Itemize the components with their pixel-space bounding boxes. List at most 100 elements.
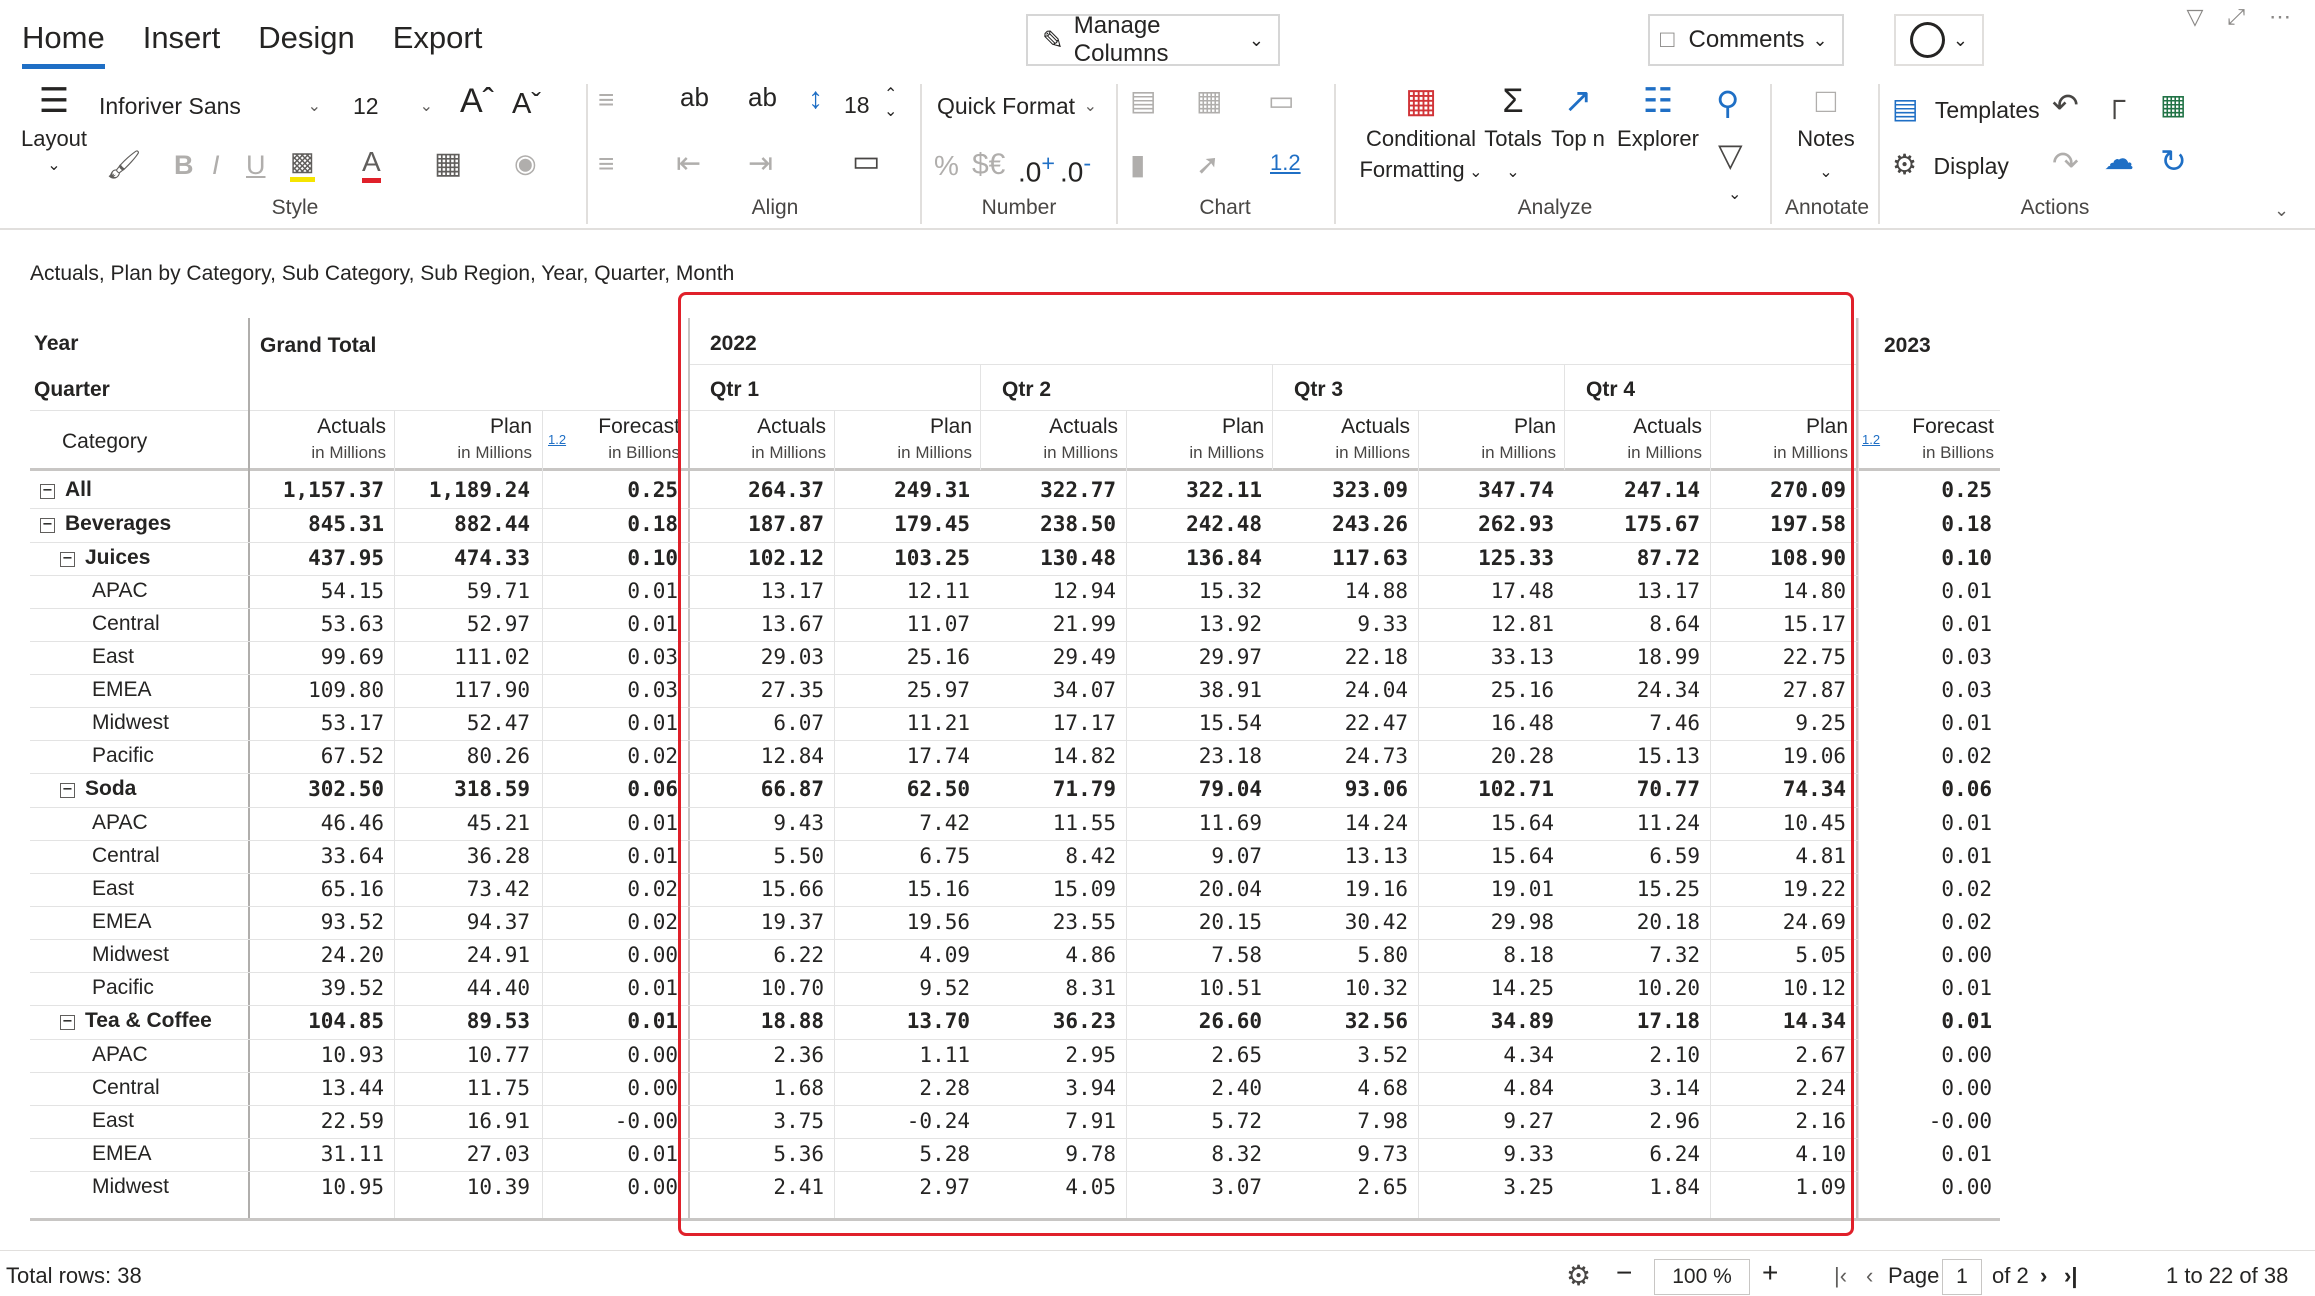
value-cell[interactable]: 7.58 — [1126, 943, 1262, 967]
indent-icon[interactable]: ⇥ — [748, 146, 773, 181]
value-cell[interactable]: 25.16 — [834, 645, 970, 669]
value-cell[interactable]: 20.04 — [1126, 877, 1262, 901]
value-cell[interactable]: 175.67 — [1564, 512, 1700, 536]
measure-header-plan[interactable]: Plan in Millions — [1126, 414, 1264, 466]
value-cell[interactable]: 24.69 — [1710, 910, 1846, 934]
value-cell[interactable]: 0.02 — [1856, 744, 1992, 768]
value-cell[interactable]: 4.81 — [1710, 844, 1846, 868]
value-cell[interactable]: 9.27 — [1418, 1109, 1554, 1133]
value-cell[interactable]: 11.21 — [834, 711, 970, 735]
value-cell[interactable]: 9.25 — [1710, 711, 1846, 735]
zoom-in-button[interactable]: + — [1762, 1257, 1778, 1289]
value-cell[interactable]: 15.54 — [1126, 711, 1262, 735]
value-cell[interactable]: 10.45 — [1710, 811, 1846, 835]
value-cell[interactable]: 32.56 — [1272, 1009, 1408, 1033]
value-cell[interactable]: 8.31 — [980, 976, 1116, 1000]
value-cell[interactable]: 474.33 — [394, 546, 530, 570]
value-cell[interactable]: 3.14 — [1564, 1076, 1700, 1100]
value-cell[interactable]: 4.09 — [834, 943, 970, 967]
value-cell[interactable]: 0.01 — [1856, 811, 1992, 835]
undo-icon[interactable]: ↶ — [2052, 86, 2079, 124]
value-cell[interactable]: 17.17 — [980, 711, 1116, 735]
value-cell[interactable]: 31.11 — [248, 1142, 384, 1166]
value-cell[interactable]: 8.18 — [1418, 943, 1554, 967]
line-chart-icon[interactable]: ➚ — [1196, 148, 1219, 181]
value-cell[interactable]: 125.33 — [1418, 546, 1554, 570]
font-family-select[interactable]: Inforiver Sans ⌄ — [98, 84, 328, 128]
value-cell[interactable]: 0.00 — [542, 1175, 678, 1199]
value-cell[interactable]: 2.24 — [1710, 1076, 1846, 1100]
value-cell[interactable]: 19.56 — [834, 910, 970, 934]
value-cell[interactable]: 14.88 — [1272, 579, 1408, 603]
value-cell[interactable]: 9.43 — [688, 811, 824, 835]
value-cell[interactable]: 4.34 — [1418, 1043, 1554, 1067]
value-cell[interactable]: 80.26 — [394, 744, 530, 768]
value-cell[interactable]: 5.80 — [1272, 943, 1408, 967]
zoom-out-button[interactable]: − — [1616, 1257, 1632, 1289]
value-cell[interactable]: 5.50 — [688, 844, 824, 868]
collapse-ribbon-icon[interactable]: ⌄ — [2274, 200, 2289, 221]
value-cell[interactable]: 3.25 — [1418, 1175, 1554, 1199]
search-icon[interactable]: ⚲ — [1716, 84, 1739, 122]
value-cell[interactable]: 99.69 — [248, 645, 384, 669]
value-cell[interactable]: 24.91 — [394, 943, 530, 967]
value-cell[interactable]: 19.37 — [688, 910, 824, 934]
value-cell[interactable]: 20.28 — [1418, 744, 1554, 768]
value-cell[interactable]: 0.06 — [542, 777, 678, 801]
value-cell[interactable]: 52.97 — [394, 612, 530, 636]
value-cell[interactable]: 71.79 — [980, 777, 1116, 801]
value-cell[interactable]: 62.50 — [834, 777, 970, 801]
value-cell[interactable]: 6.22 — [688, 943, 824, 967]
value-cell[interactable]: 2.65 — [1126, 1043, 1262, 1067]
display-button[interactable]: ⚙ Display — [1892, 148, 2009, 181]
value-cell[interactable]: 20.18 — [1564, 910, 1700, 934]
cloud-upload-icon[interactable]: ☁ — [2104, 142, 2134, 177]
visibility-icon[interactable]: ◉ — [514, 148, 537, 179]
value-cell[interactable]: 1.09 — [1710, 1175, 1846, 1199]
value-cell[interactable]: 89.53 — [394, 1009, 530, 1033]
value-cell[interactable]: 10.95 — [248, 1175, 384, 1199]
value-cell[interactable]: 15.16 — [834, 877, 970, 901]
value-cell[interactable]: 109.80 — [248, 678, 384, 702]
value-cell[interactable]: 11.69 — [1126, 811, 1262, 835]
value-cell[interactable]: 45.21 — [394, 811, 530, 835]
settings-icon[interactable]: ⚙ — [1566, 1259, 1591, 1292]
value-cell[interactable]: 12.81 — [1418, 612, 1554, 636]
value-cell[interactable]: 19.01 — [1418, 877, 1554, 901]
number-format-select[interactable]: Quick Format ⌄ — [936, 84, 1104, 128]
chevron-down-icon[interactable]: ⌄ — [1728, 184, 1741, 204]
year-2022-header[interactable]: 2022 — [710, 332, 757, 356]
value-cell[interactable]: 3.52 — [1272, 1043, 1408, 1067]
value-cell[interactable]: 0.01 — [542, 844, 678, 868]
value-cell[interactable]: 111.02 — [394, 645, 530, 669]
value-cell[interactable]: 53.17 — [248, 711, 384, 735]
collapse-toggle-icon[interactable]: − — [60, 1015, 75, 1030]
value-cell[interactable]: 11.75 — [394, 1076, 530, 1100]
value-cell[interactable]: 437.95 — [248, 546, 384, 570]
value-cell[interactable]: 6.59 — [1564, 844, 1700, 868]
value-cell[interactable]: 19.22 — [1710, 877, 1846, 901]
measure-header-plan[interactable]: Plan in Millions — [1418, 414, 1556, 466]
value-cell[interactable]: 27.35 — [688, 678, 824, 702]
value-cell[interactable]: 65.16 — [248, 877, 384, 901]
value-cell[interactable]: 13.67 — [688, 612, 824, 636]
value-cell[interactable]: 117.90 — [394, 678, 530, 702]
value-cell[interactable]: 70.77 — [1564, 777, 1700, 801]
value-cell[interactable]: 0.01 — [1856, 612, 1992, 636]
value-cell[interactable]: 0.03 — [542, 645, 678, 669]
value-cell[interactable]: 93.52 — [248, 910, 384, 934]
column-chart-icon[interactable]: ▮ — [1130, 148, 1145, 181]
bar-chart-icon[interactable]: ▤ — [1130, 84, 1156, 117]
value-cell[interactable]: 238.50 — [980, 512, 1116, 536]
collapse-toggle-icon[interactable]: − — [60, 552, 75, 567]
value-cell[interactable]: 0.03 — [1856, 678, 1992, 702]
value-cell[interactable]: 59.71 — [394, 579, 530, 603]
value-cell[interactable]: 0.10 — [1856, 546, 1992, 570]
percent-icon[interactable]: % — [934, 150, 959, 182]
value-cell[interactable]: 14.34 — [1710, 1009, 1846, 1033]
value-cell[interactable]: 15.64 — [1418, 811, 1554, 835]
value-cell[interactable]: 3.07 — [1126, 1175, 1262, 1199]
value-cell[interactable]: 0.02 — [1856, 877, 1992, 901]
value-cell[interactable]: 187.87 — [688, 512, 824, 536]
vertical-align-icon[interactable]: ≡ — [598, 148, 614, 180]
